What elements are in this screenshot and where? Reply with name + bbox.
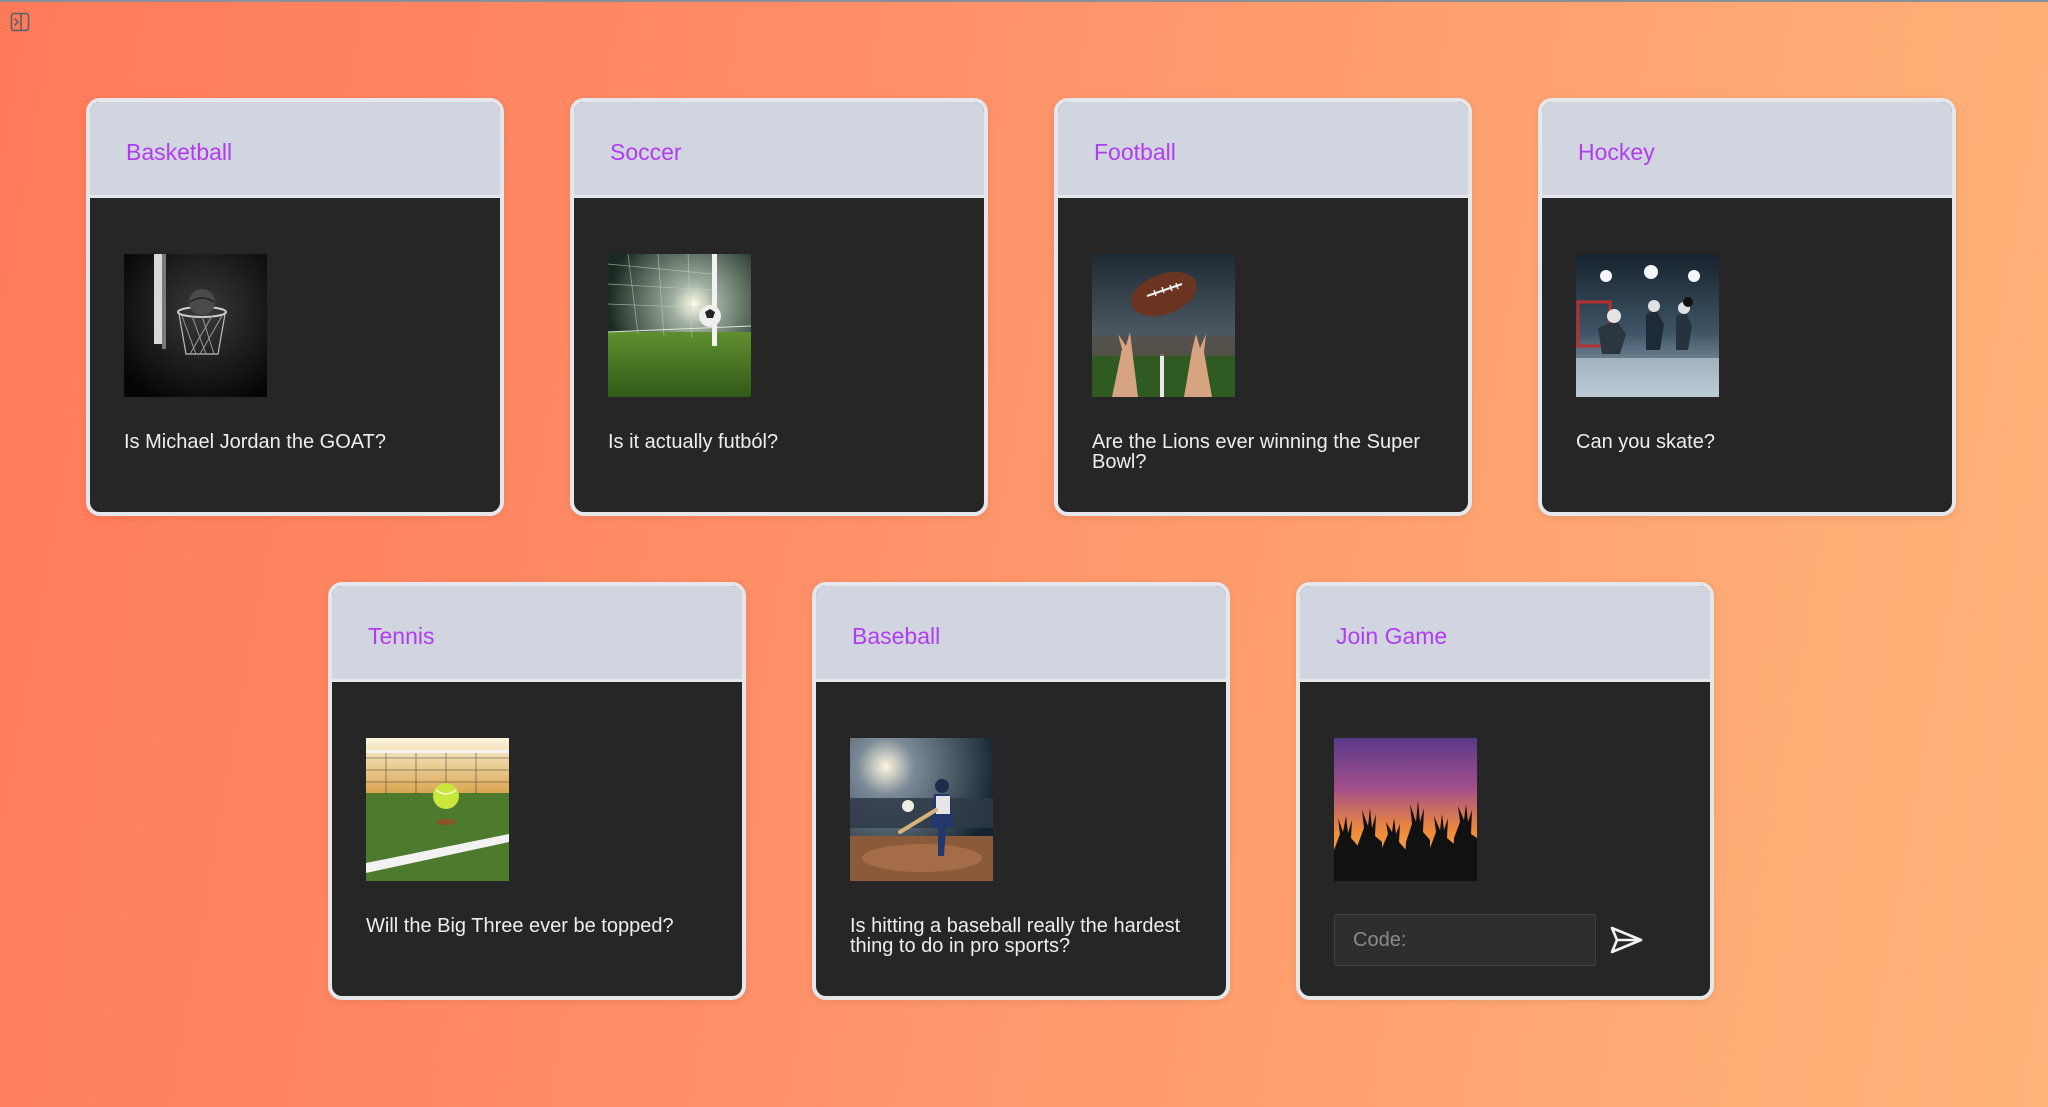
- send-button[interactable]: [1606, 920, 1646, 960]
- card-question: Will the Big Three ever be topped?: [366, 915, 674, 937]
- send-icon: [1606, 926, 1646, 963]
- card-header: Soccer: [574, 102, 984, 198]
- card-soccer[interactable]: Soccer Is it actually futból?: [570, 98, 988, 516]
- card-join-game: Join Game: [1296, 582, 1714, 1000]
- soccer-goal-image: [608, 254, 751, 397]
- card-football[interactable]: Football Are the Lions ever winning the …: [1054, 98, 1472, 516]
- code-input[interactable]: [1334, 914, 1596, 966]
- window-top-border: [0, 0, 2048, 2]
- card-title: Hockey: [1578, 139, 1655, 165]
- card-question: Is hitting a baseball really the hardest…: [850, 915, 1181, 957]
- card-question: Can you skate?: [1576, 431, 1715, 453]
- card-hockey[interactable]: Hockey Can you skate?: [1538, 98, 1956, 516]
- card-header: Football: [1058, 102, 1468, 198]
- card-question: Is it actually futból?: [608, 431, 779, 453]
- baseball-batter-image: [850, 738, 993, 881]
- card-title: Tennis: [368, 623, 435, 649]
- card-title: Basketball: [126, 139, 233, 165]
- card-header: Tennis: [332, 586, 742, 682]
- card-header: Basketball: [90, 102, 500, 198]
- football-stadium-image: [1092, 254, 1235, 397]
- card-baseball[interactable]: Baseball Is hitting a baseball really th…: [812, 582, 1230, 1000]
- card-question: Is Michael Jordan the GOAT?: [124, 431, 386, 453]
- card-question: Are the Lions ever winning the Super Bow…: [1092, 431, 1420, 473]
- tennis-ball-court-image: [366, 738, 509, 881]
- card-title: Join Game: [1336, 623, 1448, 649]
- card-title: Baseball: [852, 623, 941, 649]
- sidebar-toggle-icon[interactable]: [10, 12, 30, 32]
- card-tennis[interactable]: Tennis Will the Big Three ever be topped…: [328, 582, 746, 1000]
- card-title: Soccer: [610, 139, 682, 165]
- hockey-rink-image: [1576, 254, 1719, 397]
- card-header: Baseball: [816, 586, 1226, 682]
- card-header: Hockey: [1542, 102, 1952, 198]
- card-header: Join Game: [1300, 586, 1710, 682]
- basketball-hoop-image: [124, 254, 267, 397]
- card-basketball[interactable]: Basketball Is Michael Jordan the GOAT?: [86, 98, 504, 516]
- card-title: Football: [1094, 139, 1176, 165]
- crowd-sunset-image: [1334, 738, 1477, 881]
